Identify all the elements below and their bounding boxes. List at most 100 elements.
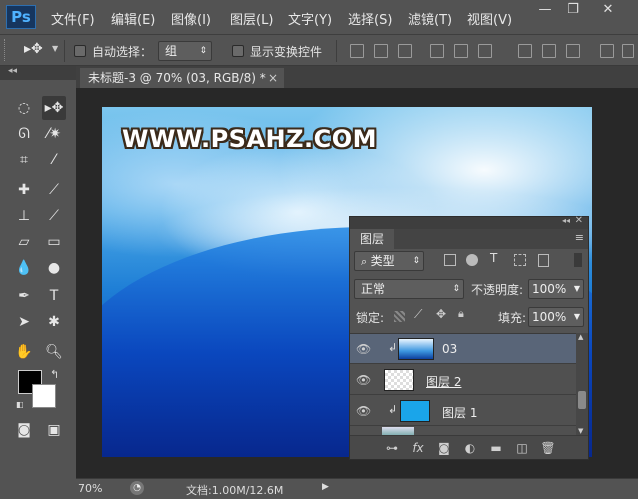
distribute-bottom-icon[interactable] (566, 44, 580, 58)
align-hcenter-icon[interactable] (454, 44, 468, 58)
document-tab[interactable]: 未标题-3 @ 70% (03, RGB/8) * × (80, 68, 284, 88)
hand-tool-icon[interactable]: ✋ (12, 340, 36, 364)
eyedropper-tool-icon[interactable]: ⁄ (42, 148, 66, 172)
new-group-icon[interactable]: ▬ (488, 440, 504, 456)
distribute-hcenter-icon[interactable] (622, 44, 634, 58)
layer-row-layer1[interactable]: 👁︎ ↲ 图层 1 (350, 396, 576, 426)
restore-button[interactable]: ❐ (560, 0, 586, 20)
lock-pixels-icon[interactable]: ⟋ (414, 307, 422, 322)
collapse-icon[interactable]: ◂◂ (8, 66, 17, 76)
quick-mask-icon[interactable]: ◙ (12, 418, 36, 442)
menu-file[interactable]: 文件(F) (51, 9, 95, 28)
auto-select-checkbox[interactable] (74, 45, 86, 57)
filter-smart-object-icon[interactable] (538, 254, 549, 267)
healing-brush-tool-icon[interactable]: ✚ (12, 178, 36, 202)
menu-layer[interactable]: 图层(L) (230, 9, 273, 28)
magic-wand-tool-icon[interactable]: ⁄✷ (42, 122, 66, 146)
link-layers-icon[interactable]: ⊶ (384, 440, 400, 456)
opacity-input[interactable]: 100% ▼ (528, 279, 584, 299)
tab-layers[interactable]: 图层 (350, 229, 394, 249)
distribute-left-icon[interactable] (600, 44, 614, 58)
marquee-tool-icon[interactable]: ◌ (12, 96, 36, 120)
new-layer-icon[interactable]: ◫ (514, 440, 530, 456)
filter-kind-dropdown[interactable]: ⌕ 类型 ⇕ (354, 251, 424, 271)
chevron-down-icon[interactable]: ▼ (574, 280, 580, 298)
scroll-up-icon[interactable]: ▲ (578, 333, 583, 341)
swap-colors-icon[interactable]: ↰ (50, 368, 59, 381)
grip-handle[interactable] (4, 39, 8, 61)
pen-tool-icon[interactable]: ✒ (12, 284, 36, 308)
menu-image[interactable]: 图像(I) (171, 9, 211, 28)
auto-select-dropdown[interactable]: 组 ⇕ (158, 41, 212, 61)
history-brush-tool-icon[interactable]: ⟋ (42, 204, 66, 228)
scrollbar-thumb[interactable] (578, 391, 586, 409)
gradient-tool-icon[interactable]: ▭ (42, 230, 66, 254)
lasso-tool-icon[interactable]: ᘏ (12, 122, 36, 146)
align-vcenter-icon[interactable] (374, 44, 388, 58)
dodge-tool-icon[interactable]: ● (42, 256, 66, 280)
lock-all-icon[interactable]: 🔒︎ (458, 307, 464, 321)
crop-tool-icon[interactable]: ⌗ (12, 148, 36, 172)
align-left-icon[interactable] (430, 44, 444, 58)
lock-transparent-icon[interactable] (394, 311, 405, 322)
align-bottom-icon[interactable] (398, 44, 412, 58)
move-tool-icon[interactable]: ▸✥ (24, 41, 43, 57)
zoom-level[interactable]: 70% (78, 482, 102, 495)
lock-position-icon[interactable]: ✥ (436, 307, 446, 321)
distribute-top-icon[interactable] (518, 44, 532, 58)
visibility-eye-icon[interactable]: 👁︎ (356, 342, 371, 356)
align-right-icon[interactable] (478, 44, 492, 58)
move-tool-icon[interactable]: ▸✥ (42, 96, 66, 120)
eraser-tool-icon[interactable]: ▱ (12, 230, 36, 254)
tool-preset-chevron-icon[interactable]: ▼ (52, 44, 58, 53)
filter-adjustment-icon[interactable] (466, 254, 478, 266)
fill-label: 填充: (498, 311, 527, 325)
menu-edit[interactable]: 编辑(E) (111, 9, 155, 28)
adjustment-layer-icon[interactable]: ◐ (462, 440, 478, 456)
close-window-button[interactable]: ✕ (588, 0, 628, 20)
menu-filter[interactable]: 滤镜(T) (408, 9, 452, 28)
status-info-icon[interactable]: ◔ (130, 481, 144, 495)
shape-tool-icon[interactable]: ✱ (42, 310, 66, 334)
brush-tool-icon[interactable]: ⟋ (42, 178, 66, 202)
fx-icon[interactable]: fx (410, 440, 426, 456)
status-menu-arrow-icon[interactable]: ▶ (322, 482, 329, 492)
panel-menu-icon[interactable]: ≡ (575, 231, 584, 244)
delete-layer-icon[interactable]: 🗑︎ (540, 440, 556, 456)
show-transform-checkbox[interactable] (232, 45, 244, 57)
fill-input[interactable]: 100% ▼ (528, 307, 584, 327)
blur-tool-icon[interactable]: 💧 (12, 256, 36, 280)
type-tool-icon[interactable]: T (42, 284, 66, 308)
add-mask-icon[interactable]: ◙ (436, 440, 452, 456)
visibility-eye-icon[interactable]: 👁︎ (356, 373, 371, 387)
filter-pixel-icon[interactable] (444, 254, 456, 266)
layer-row-layer2[interactable]: 👁︎ 图层 2 (350, 365, 576, 395)
layers-scrollbar[interactable]: ▲ ▼ (576, 333, 588, 435)
background-color-swatch[interactable] (32, 384, 56, 408)
layer-name[interactable]: 03 (442, 342, 457, 356)
layer-name[interactable]: 图层 1 (442, 404, 477, 421)
blend-mode-dropdown[interactable]: 正常 ⇕ (354, 279, 464, 299)
visibility-eye-icon[interactable]: 👁︎ (356, 404, 371, 418)
menu-type[interactable]: 文字(Y) (288, 9, 332, 28)
filter-type-icon[interactable]: T (490, 251, 497, 265)
screen-mode-icon[interactable]: ▣ (42, 418, 66, 442)
layer-row-03[interactable]: 👁︎ ↲ 03 (350, 334, 576, 364)
menu-view[interactable]: 视图(V) (467, 9, 512, 28)
scroll-down-icon[interactable]: ▼ (578, 427, 583, 435)
close-tab-icon[interactable]: × (268, 68, 278, 88)
layer-name[interactable]: 图层 2 (426, 373, 461, 390)
collapse-icon[interactable]: ◂◂ (562, 216, 570, 225)
close-panel-icon[interactable]: ✕ (575, 215, 583, 226)
minimize-button[interactable]: — (532, 0, 558, 20)
filter-shape-icon[interactable] (514, 254, 526, 266)
chevron-down-icon[interactable]: ▼ (574, 308, 580, 326)
zoom-tool-icon[interactable]: 🔍︎ (42, 340, 66, 364)
filter-toggle[interactable] (574, 253, 582, 267)
menu-select[interactable]: 选择(S) (348, 9, 392, 28)
clone-stamp-tool-icon[interactable]: ⊥ (12, 204, 36, 228)
default-colors-icon[interactable]: ◧ (16, 400, 24, 409)
distribute-vcenter-icon[interactable] (542, 44, 556, 58)
path-selection-tool-icon[interactable]: ➤ (12, 310, 36, 334)
align-top-icon[interactable] (350, 44, 364, 58)
